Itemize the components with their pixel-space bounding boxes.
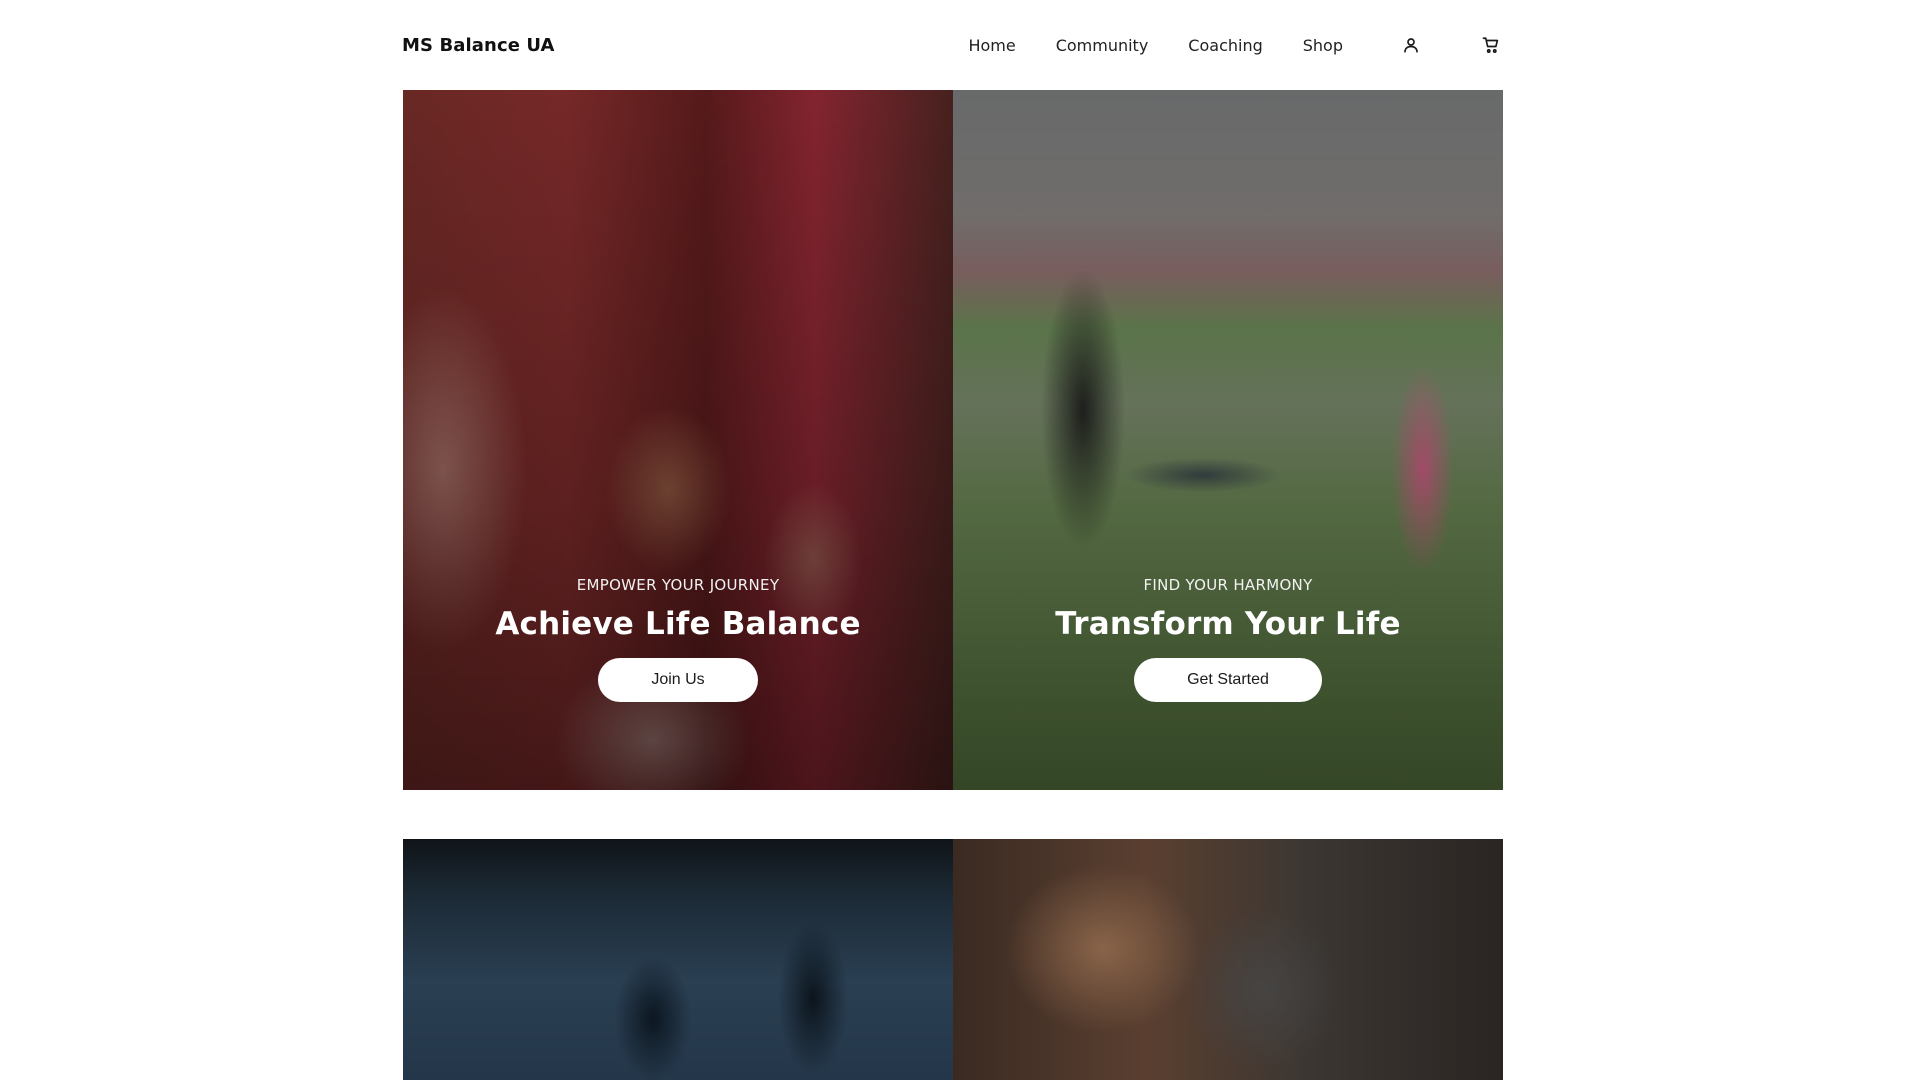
cart-icon[interactable]: [1479, 33, 1503, 57]
brand-logo-text[interactable]: MS Balance UA: [402, 35, 555, 56]
hero-row-2: [403, 839, 1503, 1080]
hero-row-1: EMPOWER YOUR JOURNEY Achieve Life Balanc…: [403, 90, 1503, 790]
hero-tile-right: FIND YOUR HARMONY Transform Your Life Ge…: [953, 90, 1503, 790]
nav-shop[interactable]: Shop: [1303, 36, 1343, 55]
hero-title-left: Achieve Life Balance: [495, 606, 861, 642]
nav-community[interactable]: Community: [1056, 36, 1149, 55]
nav-coaching[interactable]: Coaching: [1188, 36, 1262, 55]
hero-image-bottom-left: [403, 839, 953, 1080]
main-nav: Home Community Coaching Shop: [968, 0, 1503, 90]
hero-image-bottom-right: [953, 839, 1503, 1080]
join-us-button[interactable]: Join Us: [598, 658, 758, 702]
hero-tile-bottom-left: [403, 839, 953, 1080]
page: MS Balance UA Home Community Coaching Sh…: [0, 0, 1920, 1080]
site-header: MS Balance UA Home Community Coaching Sh…: [402, 0, 1503, 90]
hero-tile-left: EMPOWER YOUR JOURNEY Achieve Life Balanc…: [403, 90, 953, 790]
hero-eyebrow-left: EMPOWER YOUR JOURNEY: [576, 576, 780, 594]
hero-tile-bottom-right: [953, 839, 1503, 1080]
hero-title-right: Transform Your Life: [1055, 606, 1401, 642]
account-icon[interactable]: [1399, 33, 1423, 57]
nav-home[interactable]: Home: [968, 36, 1015, 55]
hero-eyebrow-right: FIND YOUR HARMONY: [1143, 576, 1313, 594]
hero-content-right: FIND YOUR HARMONY Transform Your Life Ge…: [953, 576, 1503, 702]
get-started-button[interactable]: Get Started: [1134, 658, 1322, 702]
hero-content-left: EMPOWER YOUR JOURNEY Achieve Life Balanc…: [403, 576, 953, 702]
